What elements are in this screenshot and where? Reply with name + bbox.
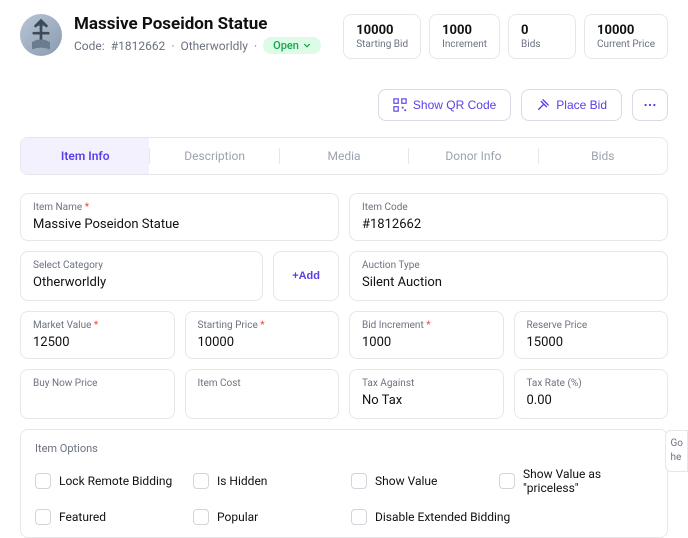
stat-current-price: 10000Current Price xyxy=(584,14,668,59)
chk-show-value[interactable]: Show Value xyxy=(351,467,491,495)
chk-popular[interactable]: Popular xyxy=(193,509,343,525)
checkbox-icon[interactable] xyxy=(35,473,51,489)
subtitle-row: Code: #1812662 · Otherworldly · Open xyxy=(74,37,321,54)
poseidon-icon xyxy=(23,17,59,53)
item-name-field[interactable]: Item Name * xyxy=(20,193,339,241)
form-row-4: Buy Now Price Item Cost Tax Against No T… xyxy=(20,369,668,419)
header-left: Massive Poseidon Statue Code: #1812662 ·… xyxy=(20,14,321,56)
field-label: Auction Type xyxy=(362,260,655,271)
tax-against-field[interactable]: Tax Against No Tax xyxy=(349,369,504,419)
tabs: Item Info Description Media Donor Info B… xyxy=(20,137,668,175)
gavel-icon xyxy=(536,98,550,112)
checkbox-icon[interactable] xyxy=(193,509,209,525)
form-row-1: Item Name * Item Code xyxy=(20,193,668,241)
buy-now-field[interactable]: Buy Now Price xyxy=(20,369,175,419)
item-code: #1812662 xyxy=(111,39,166,53)
tab-donor-info[interactable]: Donor Info xyxy=(409,138,537,174)
item-category: Otherworldly xyxy=(180,39,248,53)
tax-rate-input[interactable] xyxy=(527,393,656,408)
starting-price-field[interactable]: Starting Price * xyxy=(185,311,340,359)
checkbox-icon[interactable] xyxy=(35,509,51,525)
chk-lock-remote[interactable]: Lock Remote Bidding xyxy=(35,467,185,495)
chk-disable-extended[interactable]: Disable Extended Bidding xyxy=(351,509,653,525)
category-value: Otherworldly xyxy=(33,275,250,292)
buy-now-input[interactable] xyxy=(33,393,162,408)
stats-row: 10000Starting Bid 1000Increment 0Bids 10… xyxy=(343,14,668,59)
category-field[interactable]: Select Category Otherworldly xyxy=(20,251,263,301)
starting-price-input[interactable] xyxy=(198,335,327,350)
options-title: Item Options xyxy=(35,442,653,455)
chevron-down-icon xyxy=(303,42,311,50)
add-category-button[interactable]: +Add xyxy=(273,251,339,301)
reserve-price-input[interactable] xyxy=(527,335,656,350)
bid-increment-field[interactable]: Bid Increment * xyxy=(349,311,504,359)
item-code-input[interactable] xyxy=(362,217,655,232)
stat-starting-bid: 10000Starting Bid xyxy=(343,14,421,59)
reserve-price-field[interactable]: Reserve Price xyxy=(514,311,669,359)
form-row-3: Market Value * Starting Price * Bid Incr… xyxy=(20,311,668,359)
bid-increment-input[interactable] xyxy=(362,335,491,350)
field-label: Item Name * xyxy=(33,202,326,213)
options-grid: Lock Remote Bidding Is Hidden Show Value… xyxy=(35,467,653,525)
stat-increment: 1000Increment xyxy=(429,14,500,59)
item-name-input[interactable] xyxy=(33,217,326,232)
title-block: Massive Poseidon Statue Code: #1812662 ·… xyxy=(74,14,321,54)
field-label: Select Category xyxy=(33,260,250,271)
market-value-input[interactable] xyxy=(33,335,162,350)
place-bid-button[interactable]: Place Bid xyxy=(521,89,622,121)
tab-media[interactable]: Media xyxy=(280,138,408,174)
checkbox-icon[interactable] xyxy=(351,509,367,525)
checkbox-icon[interactable] xyxy=(499,473,515,489)
chk-featured[interactable]: Featured xyxy=(35,509,185,525)
tab-item-info[interactable]: Item Info xyxy=(21,138,149,174)
show-qr-button[interactable]: Show QR Code xyxy=(378,89,511,121)
tax-rate-field[interactable]: Tax Rate (%) xyxy=(514,369,669,419)
chk-show-priceless[interactable]: Show Value as "priceless" xyxy=(499,467,653,495)
auction-type-field[interactable]: Auction Type Silent Auction xyxy=(349,251,668,301)
item-avatar xyxy=(20,14,62,56)
status-badge[interactable]: Open xyxy=(263,37,321,54)
actions-row: Show QR Code Place Bid xyxy=(20,89,668,121)
field-label: Item Code xyxy=(362,202,655,213)
dots-icon xyxy=(643,98,657,112)
item-cost-input[interactable] xyxy=(198,393,327,408)
side-peek: Go he xyxy=(665,430,688,472)
item-code-field[interactable]: Item Code xyxy=(349,193,668,241)
stat-bids: 0Bids xyxy=(508,14,576,59)
item-title: Massive Poseidon Statue xyxy=(74,14,321,34)
more-button[interactable] xyxy=(632,89,668,121)
qr-icon xyxy=(393,98,407,112)
checkbox-icon[interactable] xyxy=(351,473,367,489)
item-cost-field[interactable]: Item Cost xyxy=(185,369,340,419)
category-group: Select Category Otherworldly +Add xyxy=(20,251,339,301)
market-value-field[interactable]: Market Value * xyxy=(20,311,175,359)
auction-type-value: Silent Auction xyxy=(362,275,655,292)
chk-is-hidden[interactable]: Is Hidden xyxy=(193,467,343,495)
form-row-2: Select Category Otherworldly +Add Auctio… xyxy=(20,251,668,301)
code-prefix: Code: xyxy=(74,39,105,53)
item-options: Item Options Lock Remote Bidding Is Hidd… xyxy=(20,429,668,538)
tab-bids[interactable]: Bids xyxy=(539,138,667,174)
header: Massive Poseidon Statue Code: #1812662 ·… xyxy=(20,14,668,59)
tab-description[interactable]: Description xyxy=(150,138,278,174)
checkbox-icon[interactable] xyxy=(193,473,209,489)
